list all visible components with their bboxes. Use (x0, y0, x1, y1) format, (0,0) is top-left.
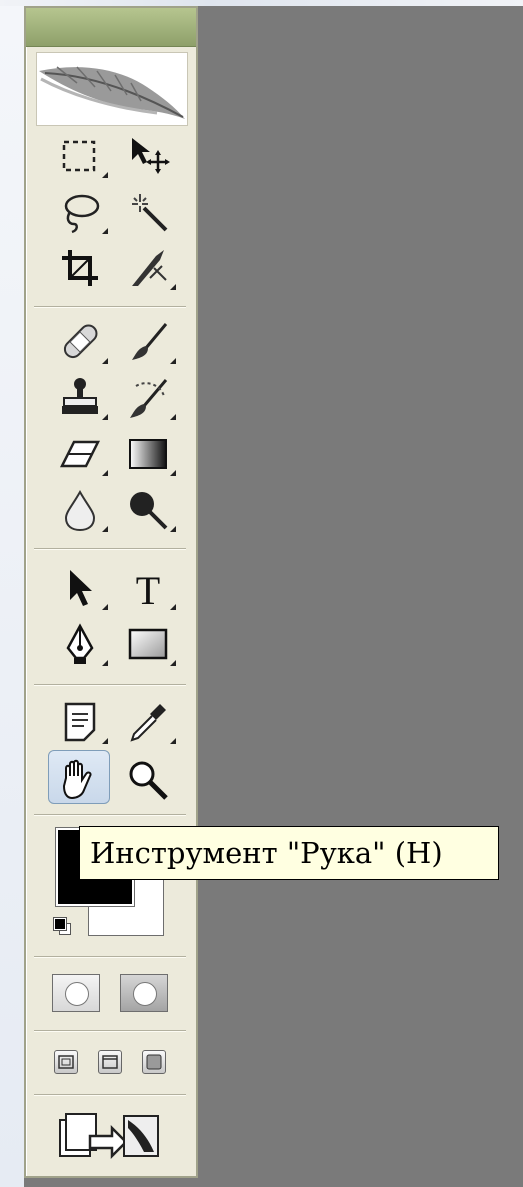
rectangle-shape-icon (128, 628, 168, 660)
toolbox-divider (34, 1030, 186, 1032)
svg-text:T: T (136, 568, 160, 610)
toolbox-divider (34, 814, 186, 816)
full-screen-menu-mode-button[interactable] (98, 1050, 122, 1074)
quick-mask-mode-button[interactable] (120, 974, 168, 1012)
standard-screen-mode-button[interactable] (54, 1050, 78, 1074)
full-screen-mode-button[interactable] (142, 1050, 166, 1074)
move-icon (132, 138, 170, 174)
zoom-tool[interactable] (118, 754, 178, 806)
rectangle-shape-tool[interactable] (118, 618, 178, 670)
window-icon (58, 1055, 74, 1069)
brush-tool[interactable] (118, 316, 178, 368)
notes-tool[interactable] (50, 696, 110, 748)
tool-flyout-indicator (170, 604, 176, 610)
tool-flyout-indicator (102, 526, 108, 532)
standard-mode-button[interactable] (52, 974, 100, 1012)
slice-icon (132, 250, 167, 286)
toolbox-divider (34, 306, 186, 308)
tool-tooltip: Инструмент "Рука" (H) (79, 826, 499, 880)
feather-logo[interactable] (36, 52, 188, 126)
gradient-tool[interactable] (118, 428, 178, 480)
notes-icon (64, 702, 96, 742)
rectangular-marquee-tool[interactable] (50, 130, 110, 182)
toolbox-divider (34, 956, 186, 958)
crop-tool[interactable] (50, 242, 110, 294)
toolbox-divider (34, 684, 186, 686)
path-selection-icon (70, 570, 92, 606)
tool-flyout-indicator (170, 414, 176, 420)
tool-flyout-indicator (102, 414, 108, 420)
toolbox-divider (34, 548, 186, 550)
clone-stamp-tool[interactable] (50, 372, 110, 424)
eraser-icon (59, 440, 101, 468)
default-colors-icon-fg (53, 917, 67, 931)
tool-flyout-indicator (102, 172, 108, 178)
tool-flyout-indicator (102, 470, 108, 476)
pen-tool[interactable] (50, 618, 110, 670)
slice-tool[interactable] (118, 242, 178, 294)
zoom-icon (129, 761, 168, 800)
type-icon: T (136, 568, 160, 610)
hand-icon (62, 759, 92, 800)
eyedropper-icon (130, 704, 166, 742)
history-brush-icon (130, 379, 168, 418)
rectangular-marquee-icon (62, 140, 96, 172)
pen-icon (66, 623, 94, 664)
healing-brush-tool[interactable] (50, 316, 110, 368)
tool-flyout-indicator (170, 358, 176, 364)
toolbox-panel: T (24, 6, 198, 1178)
brush-icon (132, 323, 168, 360)
hand-tool[interactable] (48, 750, 110, 806)
crop-icon (62, 250, 98, 286)
jump-to-imageready-icon (59, 1113, 159, 1160)
magic-wand-icon (132, 194, 168, 232)
tool-flyout-indicator (170, 738, 176, 744)
path-selection-tool[interactable] (50, 562, 110, 614)
desktop-edge (0, 0, 24, 1187)
clone-stamp-icon (62, 378, 98, 414)
dodge-tool[interactable] (118, 484, 178, 536)
tool-flyout-indicator (102, 604, 108, 610)
gradient-icon (129, 439, 167, 469)
standard-mode-icon (65, 982, 89, 1006)
dodge-icon (130, 492, 168, 530)
tool-flyout-indicator (102, 738, 108, 744)
blur-icon (64, 489, 96, 532)
tool-flyout-indicator (170, 470, 176, 476)
full-screen-icon (146, 1054, 162, 1070)
lasso-icon (64, 194, 100, 234)
eyedropper-tool[interactable] (118, 696, 178, 748)
blur-tool[interactable] (50, 484, 110, 536)
healing-brush-icon (63, 324, 98, 359)
toolbox-title-bar[interactable] (26, 8, 196, 47)
tool-flyout-indicator (102, 228, 108, 234)
full-screen-menu-icon (102, 1055, 118, 1069)
history-brush-tool[interactable] (118, 372, 178, 424)
jump-to-imageready-button[interactable] (56, 1106, 166, 1166)
toolbox-divider (34, 1094, 186, 1096)
tool-flyout-indicator (102, 660, 108, 666)
tool-flyout-indicator (102, 358, 108, 364)
tool-flyout-indicator (170, 660, 176, 666)
eraser-tool[interactable] (50, 428, 110, 480)
tool-flyout-indicator (170, 284, 176, 290)
tool-flyout-indicator (170, 526, 176, 532)
quick-mask-icon (133, 982, 157, 1006)
type-tool[interactable]: T (118, 562, 178, 614)
move-tool[interactable] (118, 130, 178, 182)
magic-wand-tool[interactable] (118, 186, 178, 238)
lasso-tool[interactable] (50, 186, 110, 238)
